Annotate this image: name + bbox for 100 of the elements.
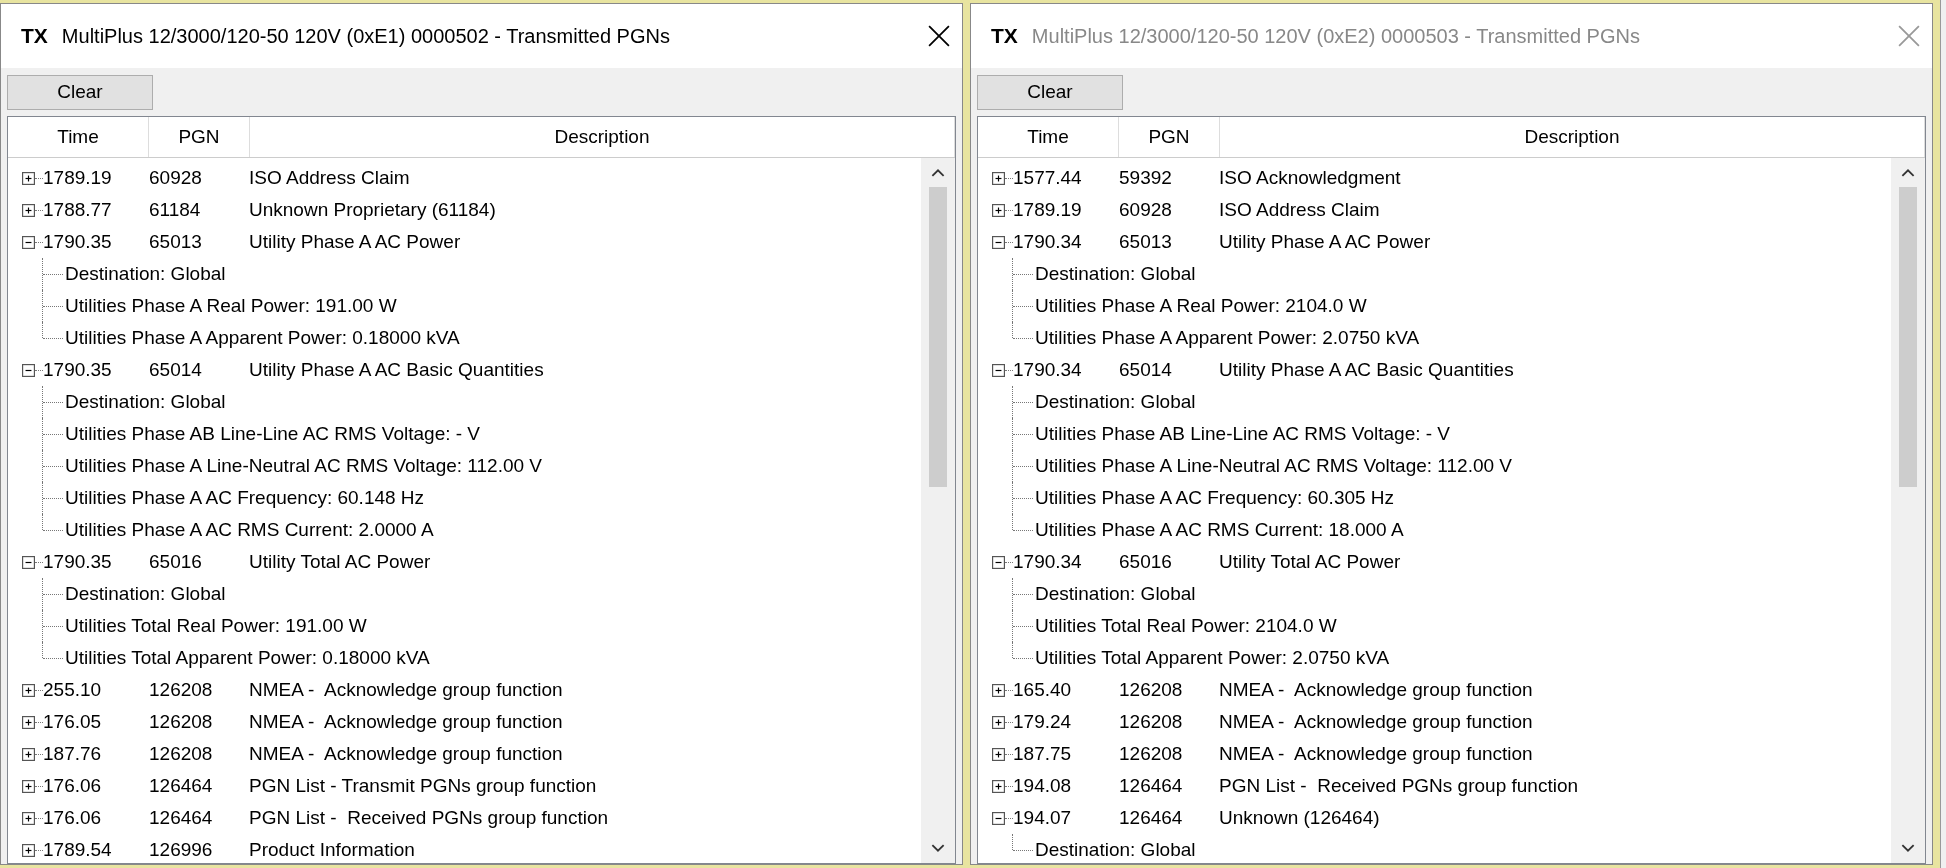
detail-text: Utilities Phase A Real Power: 191.00 W <box>65 295 397 317</box>
expand-icon[interactable] <box>992 171 1005 185</box>
collapse-icon[interactable] <box>22 235 35 249</box>
clear-button[interactable]: Clear <box>7 74 153 110</box>
pgn-cell-text: 60928 <box>149 167 203 189</box>
detail-text: Destination: Global <box>65 391 226 413</box>
expand-icon[interactable] <box>992 715 1005 729</box>
detail-text: Utilities Total Real Power: 191.00 W <box>65 615 367 637</box>
time-cell-text: 1789.54 <box>43 839 113 861</box>
clear-button[interactable]: Clear <box>977 74 1123 110</box>
column-header[interactable]: Time <box>8 117 149 157</box>
time-cell-text: 1790.34 <box>1013 359 1083 381</box>
scrollbar-thumb[interactable] <box>1899 187 1917 487</box>
pgn-cell-text: 65013 <box>149 231 203 253</box>
vertical-scrollbar[interactable] <box>921 158 955 863</box>
expand-icon[interactable] <box>22 779 35 793</box>
column-header[interactable]: PGN <box>149 117 250 157</box>
expand-icon[interactable] <box>22 811 35 825</box>
time-cell-text: 1790.34 <box>1013 231 1083 253</box>
time-cell-text: 1790.34 <box>1013 551 1083 573</box>
detail-text: Utilities Phase A AC RMS Current: 2.0000 A <box>65 519 434 541</box>
description-cell: NMEA - Acknowledge group function <box>249 679 563 701</box>
detail-text: Destination: Global <box>1035 391 1196 413</box>
detail-text: Utilities Phase AB Line-Line AC RMS Voltage: - V <box>1035 423 1451 445</box>
collapse-icon[interactable] <box>22 363 35 377</box>
time-cell-text: 176.05 <box>43 711 103 733</box>
pgn-cell-text: 126208 <box>149 711 214 733</box>
detail-text: Destination: Global <box>1035 583 1196 605</box>
description-cell: NMEA - Acknowledge group function <box>1219 711 1533 733</box>
pgn-cell-text: 65014 <box>149 359 203 381</box>
window-label: TX <box>991 24 1018 48</box>
pgn-cell-text: 65016 <box>1119 551 1173 573</box>
collapse-icon[interactable] <box>992 811 1005 825</box>
column-header[interactable]: Description <box>1220 117 1925 157</box>
collapse-icon[interactable] <box>22 555 35 569</box>
description-cell: NMEA - Acknowledge group function <box>1219 679 1533 701</box>
window-title: MultiPlus 12/3000/120-50 120V (0xE2) 0000503 - Transmitted PGNs <box>1031 24 1641 48</box>
description-cell: Product Information <box>249 839 415 861</box>
detail-text: Utilities Phase A Apparent Power: 2.0750 kVA <box>1035 327 1420 349</box>
description-cell: Utility Phase A AC Basic Quantities <box>249 359 544 381</box>
pgn-cell-text: 65016 <box>149 551 203 573</box>
time-cell-text: 1789.19 <box>43 167 113 189</box>
time-cell-text: 1577.44 <box>1013 167 1083 189</box>
time-cell-text: 179.24 <box>1013 711 1073 733</box>
pgn-cell-text: 126464 <box>149 807 214 829</box>
time-cell-text: 165.40 <box>1013 679 1073 701</box>
time-cell-text: 187.76 <box>43 743 103 765</box>
detail-text: Utilities Phase A Real Power: 2104.0 W <box>1035 295 1367 317</box>
window-label: TX <box>21 24 48 48</box>
description-cell: ISO Acknowledgment <box>1219 167 1401 189</box>
collapse-icon[interactable] <box>992 363 1005 377</box>
pgn-cell-text: 65014 <box>1119 359 1173 381</box>
scroll-up-icon[interactable] <box>1901 168 1915 177</box>
expand-icon[interactable] <box>992 779 1005 793</box>
description-cell: NMEA - Acknowledge group function <box>249 743 563 765</box>
scrollbar-thumb[interactable] <box>929 187 947 487</box>
pgn-cell-text: 126208 <box>1119 743 1184 765</box>
detail-text: Utilities Phase A Apparent Power: 0.18000 kVA <box>65 327 460 349</box>
collapse-icon[interactable] <box>992 555 1005 569</box>
scroll-down-icon[interactable] <box>931 844 945 853</box>
detail-text: Utilities Phase A Line-Neutral AC RMS Voltage: 112.00 V <box>1035 455 1513 477</box>
description-cell: NMEA - Acknowledge group function <box>249 711 563 733</box>
scroll-up-icon[interactable] <box>931 168 945 177</box>
pgn-cell-text: 126208 <box>149 743 214 765</box>
detail-text: Utilities Total Real Power: 2104.0 W <box>1035 615 1337 637</box>
column-header[interactable]: Description <box>250 117 955 157</box>
time-cell-text: 1790.35 <box>43 231 113 253</box>
pgn-cell-text: 65013 <box>1119 231 1173 253</box>
column-header[interactable]: Time <box>978 117 1119 157</box>
expand-icon[interactable] <box>22 683 35 697</box>
description-cell: Utility Phase A AC Power <box>249 231 461 253</box>
pgn-cell-text: 61184 <box>149 199 202 221</box>
pgn-cell-text: 126464 <box>149 775 214 797</box>
detail-text: Destination: Global <box>65 263 226 285</box>
description-cell: PGN List - Received PGNs group function <box>1219 775 1579 797</box>
expand-icon[interactable] <box>22 715 35 729</box>
expand-icon[interactable] <box>992 683 1005 697</box>
detail-text: Destination: Global <box>1035 839 1196 861</box>
detail-text: Utilities Phase AB Line-Line AC RMS Voltage: - V <box>65 423 481 445</box>
time-cell-text: 176.06 <box>43 775 103 797</box>
description-cell: ISO Address Claim <box>1219 199 1380 221</box>
scroll-down-icon[interactable] <box>1901 844 1915 853</box>
time-cell-text: 1789.19 <box>1013 199 1083 221</box>
close-icon[interactable] <box>928 25 950 47</box>
detail-text: Utilities Phase A AC Frequency: 60.148 Hz <box>65 487 425 509</box>
expand-icon[interactable] <box>22 203 35 217</box>
description-cell: Utility Phase A AC Power <box>1219 231 1431 253</box>
expand-icon[interactable] <box>22 747 35 761</box>
vertical-scrollbar[interactable] <box>1891 158 1925 863</box>
expand-icon[interactable] <box>992 747 1005 761</box>
detail-text: Destination: Global <box>1035 263 1196 285</box>
collapse-icon[interactable] <box>992 235 1005 249</box>
description-cell: Utility Total AC Power <box>249 551 431 573</box>
expand-icon[interactable] <box>22 171 35 185</box>
expand-icon[interactable] <box>992 203 1005 217</box>
column-header[interactable]: PGN <box>1119 117 1220 157</box>
time-cell-text: 187.75 <box>1013 743 1073 765</box>
expand-icon[interactable] <box>22 843 35 857</box>
description-cell: ISO Address Claim <box>249 167 410 189</box>
pgn-cell-text: 126208 <box>1119 679 1184 701</box>
